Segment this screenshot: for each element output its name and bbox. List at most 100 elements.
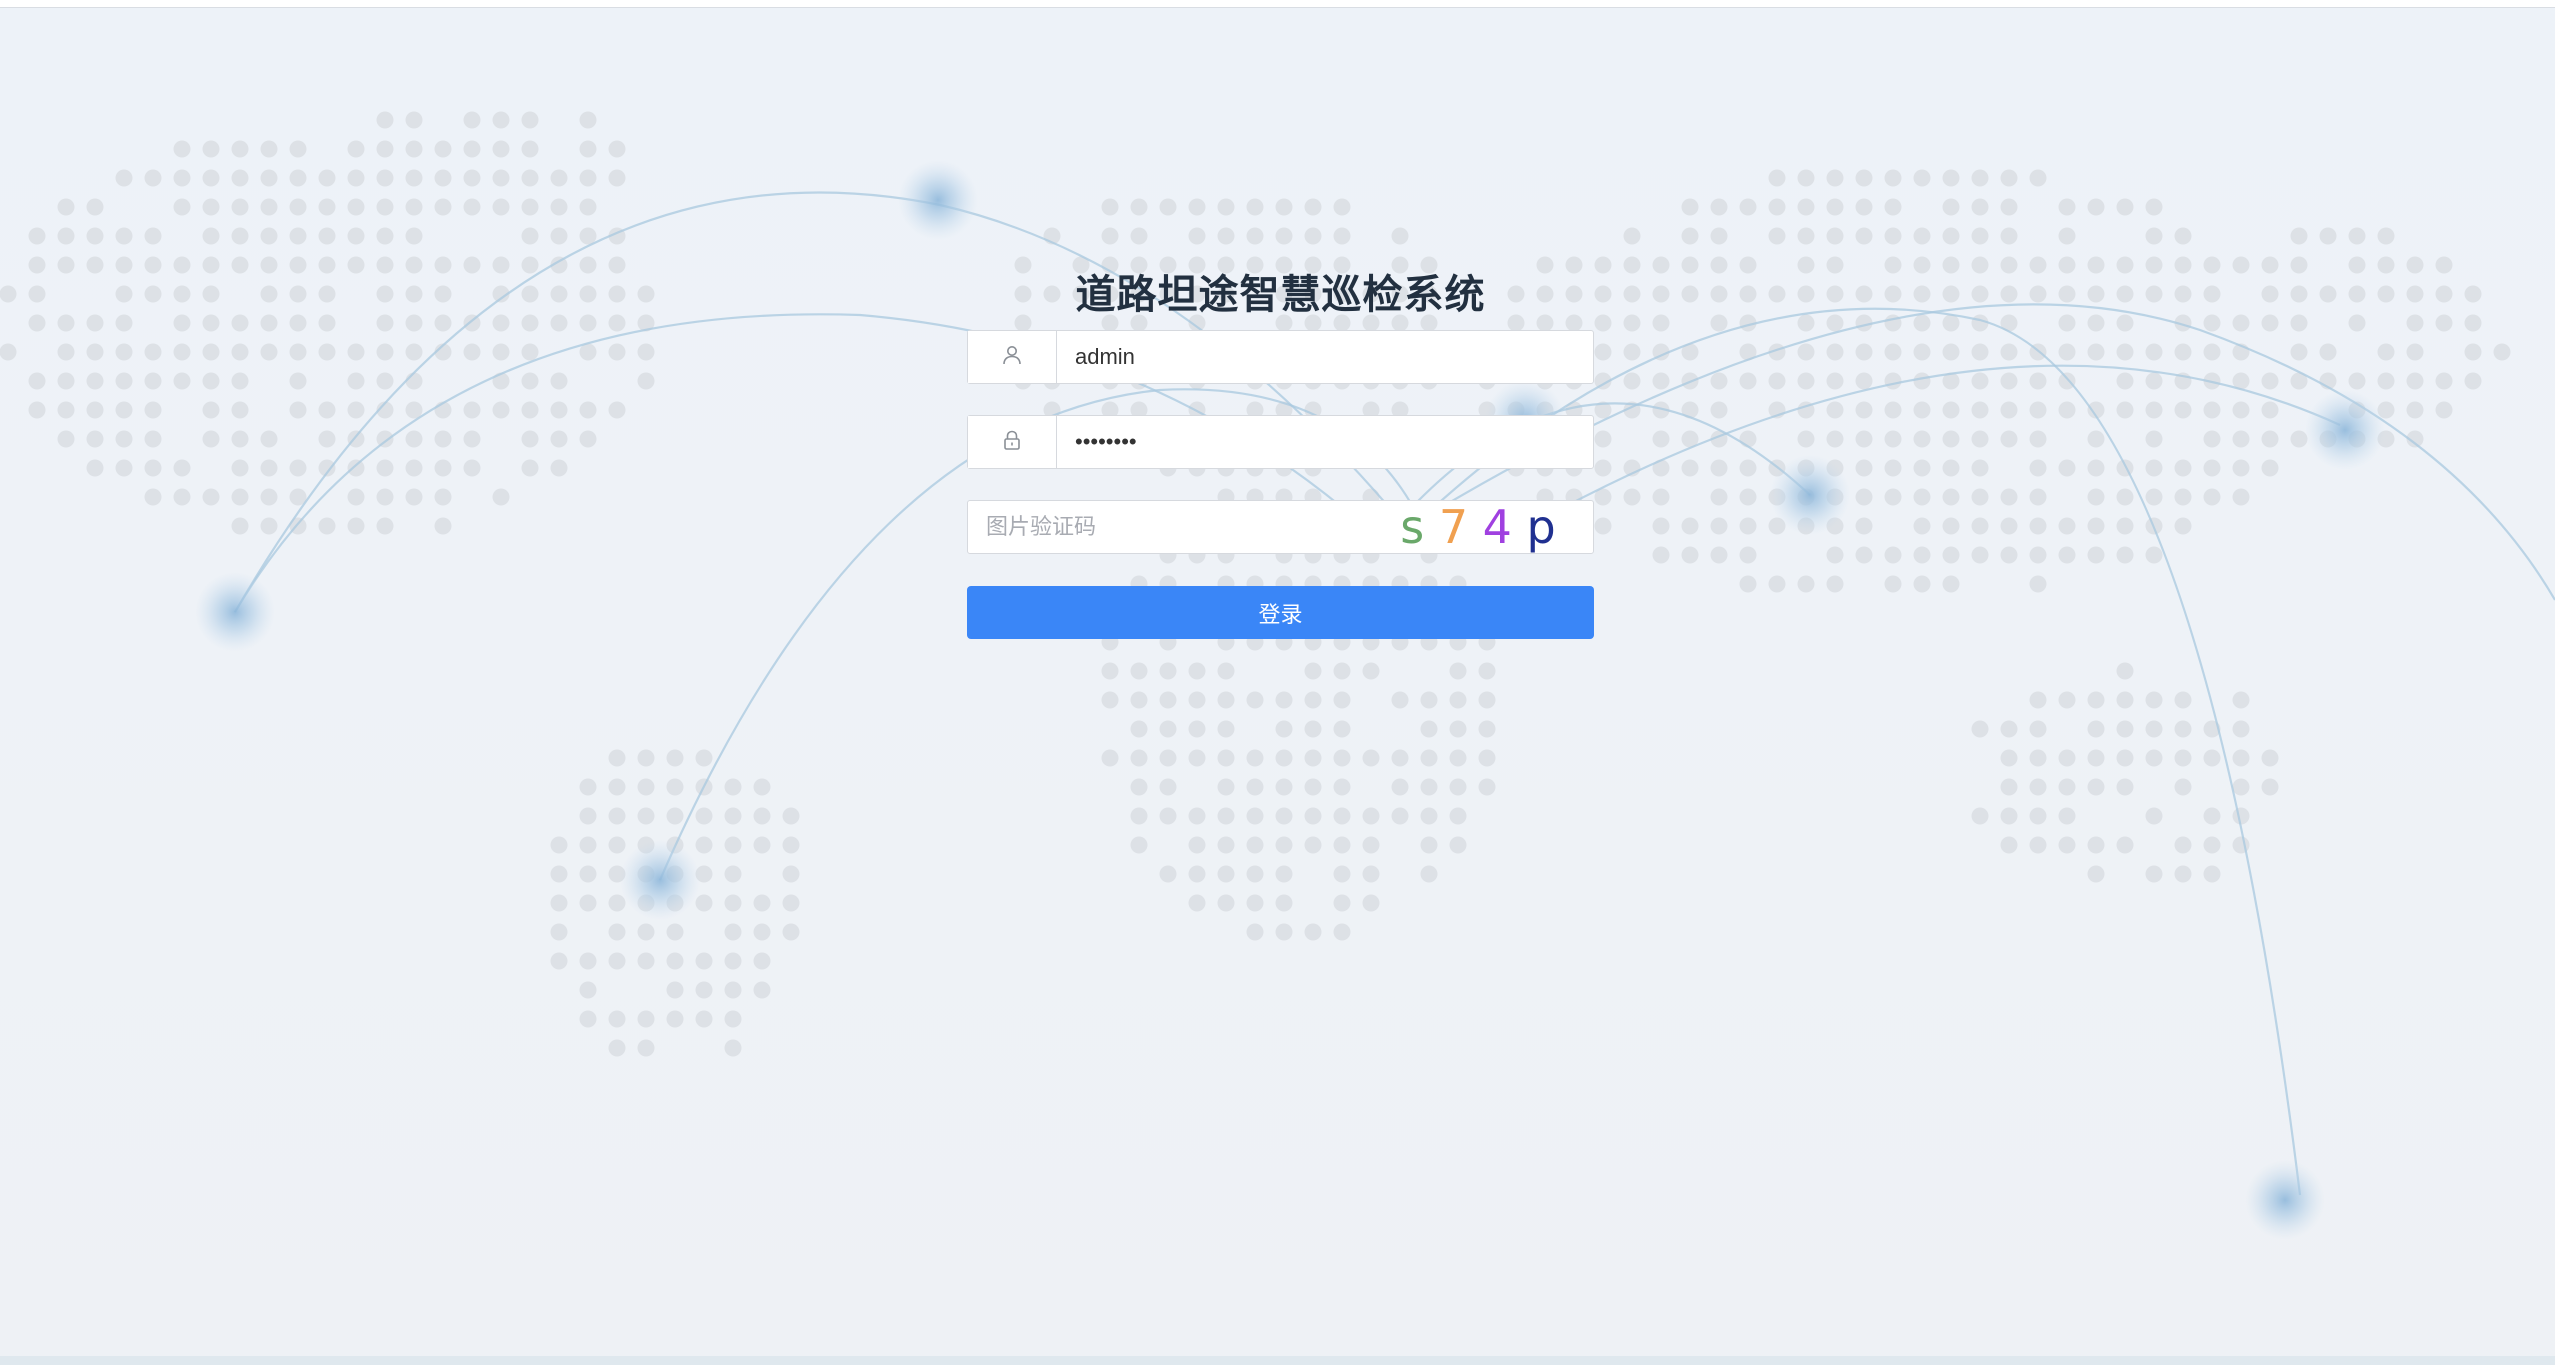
map-dot [2116,372,2134,390]
map-dot [2058,401,2076,419]
map-dot [2406,285,2424,303]
map-dot [202,198,220,216]
map-dot [724,1010,742,1028]
map-dot [2116,691,2134,709]
map-dot [1101,227,1119,245]
map-dot [202,227,220,245]
map-dot [724,981,742,999]
map-dot [2174,459,2192,477]
map-dot [2000,546,2018,564]
map-dot [2348,314,2366,332]
map-dot [1681,517,1699,535]
map-dot [2087,488,2105,506]
map-dot [2174,343,2192,361]
map-dot [1826,343,1844,361]
map-dot [2174,488,2192,506]
map-dot [1739,517,1757,535]
map-dot [2087,430,2105,448]
map-dot [521,430,539,448]
map-dot [2058,749,2076,767]
map-dot [1478,662,1496,680]
map-dot [608,923,626,941]
map-dot [1275,227,1293,245]
map-dot [579,430,597,448]
map-dot [1130,227,1148,245]
map-dot [376,314,394,332]
map-dot [260,430,278,448]
map-dot [1391,749,1409,767]
map-dot [260,198,278,216]
map-dot [1768,227,1786,245]
captcha-field[interactable]: s74p [967,500,1594,554]
map-dot [1913,169,1931,187]
map-dot [1971,517,1989,535]
map-dot [231,227,249,245]
username-input[interactable] [1057,331,1593,383]
map-dot [1275,691,1293,709]
map-dot [1971,401,1989,419]
map-dot [2058,807,2076,825]
username-field[interactable] [967,330,1594,384]
map-dot [1217,778,1235,796]
map-dot [1130,662,1148,680]
map-dot [550,314,568,332]
password-input[interactable] [1057,416,1593,468]
glow-point [195,572,275,652]
map-dot [2174,691,2192,709]
map-dot [2029,285,2047,303]
map-dot [1101,198,1119,216]
map-dot [550,169,568,187]
login-button[interactable]: 登录 [967,586,1594,639]
map-dot [1710,401,1728,419]
map-dot [550,865,568,883]
map-dot [1478,720,1496,738]
map-dot [434,517,452,535]
map-dot [1594,343,1612,361]
map-dot [1623,343,1641,361]
password-field[interactable] [967,415,1594,469]
map-dot [260,227,278,245]
map-dot [86,372,104,390]
map-dot [2203,459,2221,477]
map-dot [1942,459,1960,477]
map-dot [2145,430,2163,448]
map-dot [28,227,46,245]
map-dot [724,836,742,854]
map-dot [2174,227,2192,245]
map-dot [2029,749,2047,767]
map-dot [1217,720,1235,738]
map-dot [115,314,133,332]
map-dot [1159,865,1177,883]
captcha-image[interactable]: s74p [1393,501,1563,553]
map-dot [1449,691,1467,709]
map-dot [1188,865,1206,883]
map-dot [405,488,423,506]
map-dot [2290,314,2308,332]
map-dot [1971,256,1989,274]
map-dot [2145,343,2163,361]
map-dot [579,256,597,274]
map-dot [318,343,336,361]
map-dot [2087,343,2105,361]
map-dot [2029,430,2047,448]
map-dot [2000,401,2018,419]
map-dot [753,952,771,970]
map-dot [347,140,365,158]
map-dot [2029,836,2047,854]
map-dot [492,256,510,274]
map-dot [2319,343,2337,361]
map-dot [2000,836,2018,854]
map-dot [1420,865,1438,883]
map-dot [2348,256,2366,274]
map-dot [1362,836,1380,854]
map-dot [1913,459,1931,477]
map-dot [28,285,46,303]
map-dot [2029,575,2047,593]
map-dot [405,314,423,332]
map-dot [1739,575,1757,593]
map-dot [2000,517,2018,535]
map-dot [144,169,162,187]
map-dot [1217,807,1235,825]
map-dot [28,314,46,332]
map-dot [1652,546,1670,564]
